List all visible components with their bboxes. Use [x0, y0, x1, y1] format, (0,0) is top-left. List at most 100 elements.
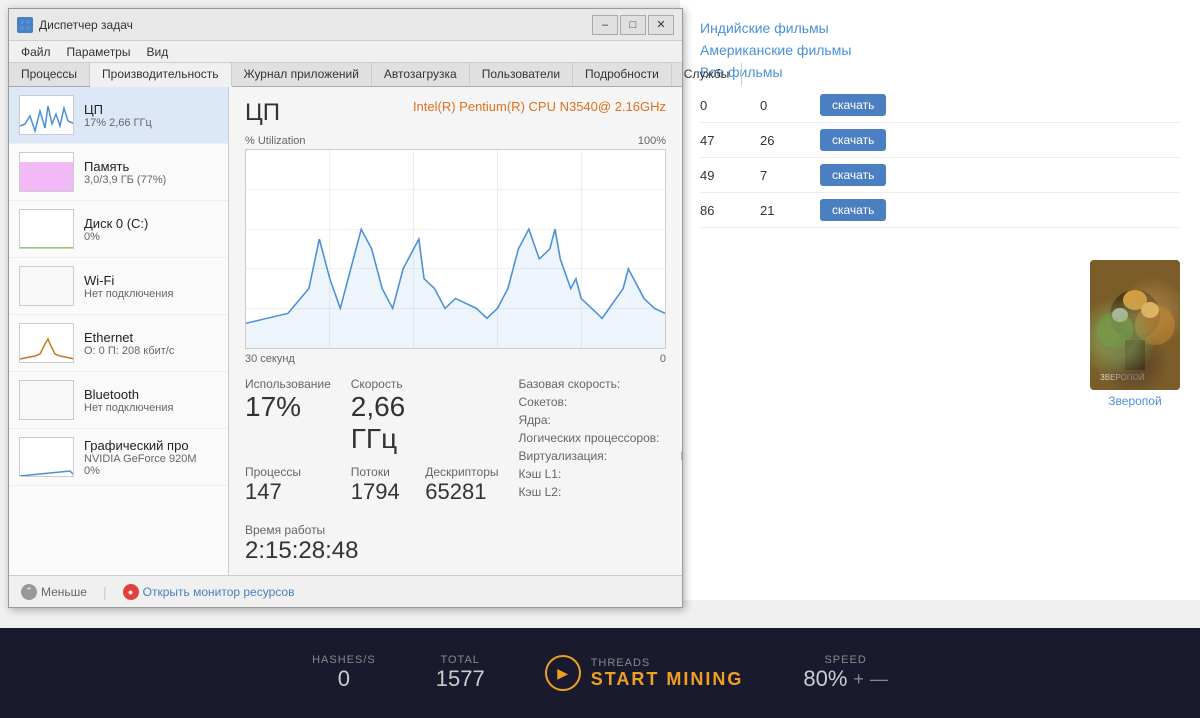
website-link-2[interactable]: Американские фильмы [700, 42, 1180, 58]
wifi-subtitle: Нет подключения [84, 288, 218, 300]
ethernet-thumbnail [19, 323, 74, 363]
maximize-button[interactable]: □ [620, 15, 646, 35]
uptime-label: Время работы [245, 523, 499, 537]
footer: ⌃ Меньше | ● Открыть монитор ресурсов [9, 575, 682, 607]
speed-value: 2,66 ГГц [351, 391, 406, 455]
menu-parameters[interactable]: Параметры [59, 41, 139, 62]
threads-stat: Потоки 1794 [351, 465, 406, 505]
gpu-info: Графический про NVIDIA GeForce 920M0% [84, 438, 218, 477]
sidebar-item-cpu[interactable]: ЦП 17% 2,66 ГГц [9, 87, 228, 144]
window-title: Диспетчер задач [39, 18, 592, 32]
movie-section: ЗВЕРОПОЙ Зверопой [1090, 260, 1180, 408]
virtualization-value: В... [681, 449, 683, 463]
ethernet-title: Ethernet [84, 330, 218, 345]
download-btn-2[interactable]: скачать [820, 129, 886, 151]
play-icon: ▶ [545, 655, 581, 691]
download-btn-4[interactable]: скачать [820, 199, 886, 221]
movie-poster: ЗВЕРОПОЙ [1090, 260, 1180, 390]
less-label: Меньше [41, 585, 87, 599]
movie-title[interactable]: Зверопой [1108, 394, 1161, 408]
close-button[interactable]: ✕ [648, 15, 674, 35]
sidebar-item-disk[interactable]: Диск 0 (C:) 0% [9, 201, 228, 258]
title-bar: Диспетчер задач – □ ✕ [9, 9, 682, 41]
memory-subtitle: 3,0/3,9 ГБ (77%) [84, 174, 218, 186]
sidebar-item-ethernet[interactable]: Ethernet О: 0 П: 208 кбит/с [9, 315, 228, 372]
download-btn-3[interactable]: скачать [820, 164, 886, 186]
window-controls: – □ ✕ [592, 15, 674, 35]
sidebar-item-gpu[interactable]: Графический про NVIDIA GeForce 920M0% [9, 429, 228, 486]
usage-label: Использование [245, 377, 331, 391]
disk-info: Диск 0 (C:) 0% [84, 216, 218, 243]
logical-label: Логических процессоров: [519, 431, 660, 445]
chart-labels: % Utilization 100% [245, 135, 666, 147]
sidebar-item-wifi[interactable]: Wi-Fi Нет подключения [9, 258, 228, 315]
tab-users[interactable]: Пользователи [470, 63, 573, 86]
tab-bar: Процессы Производительность Журнал прило… [9, 63, 682, 87]
threads-label: THREADS [591, 657, 744, 669]
gpu-title: Графический про [84, 438, 218, 453]
tab-services[interactable]: Службы [672, 63, 742, 86]
app-icon [17, 17, 33, 33]
stat-row-l1: Кэш L1: 2... [519, 467, 682, 481]
base-speed-label: Базовая скорость: [519, 377, 621, 391]
cpu-subtitle: 17% 2,66 ГГц [84, 117, 218, 129]
sidebar-item-memory[interactable]: Память 3,0/3,9 ГБ (77%) [9, 144, 228, 201]
task-manager-window: Диспетчер задач – □ ✕ Файл Параметры Вид… [8, 8, 683, 608]
gpu-thumbnail [19, 437, 74, 477]
monitor-icon: ● [123, 584, 139, 600]
stat-row-logical: Логических процессоров: 4 [519, 431, 682, 445]
ethernet-info: Ethernet О: 0 П: 208 кбит/с [84, 330, 218, 357]
speed-stat: SPEED 80% + — [803, 654, 888, 692]
detail-header: ЦП Intel(R) Pentium(R) CPU N3540@ 2.16GH… [245, 99, 666, 127]
speed-label: Скорость [351, 377, 406, 391]
menu-view[interactable]: Вид [138, 41, 176, 62]
bluetooth-info: Bluetooth Нет подключения [84, 387, 218, 414]
utilization-label: % Utilization [245, 135, 306, 147]
minimize-button[interactable]: – [592, 15, 618, 35]
tab-startup[interactable]: Автозагрузка [372, 63, 470, 86]
stats-container: Использование 17% Скорость 2,66 ГГц Проц… [245, 377, 666, 565]
less-button[interactable]: ⌃ Меньше [21, 584, 87, 600]
uptime-value: 2:15:28:48 [245, 537, 499, 565]
monitor-link[interactable]: ● Открыть монитор ресурсов [123, 584, 295, 600]
bluetooth-title: Bluetooth [84, 387, 218, 402]
speed-plus-button[interactable]: + [853, 669, 864, 690]
bluetooth-thumbnail [19, 380, 74, 420]
monitor-label: Открыть монитор ресурсов [143, 585, 295, 599]
speed-minus-button[interactable]: — [870, 669, 888, 690]
tab-details[interactable]: Подробности [573, 63, 672, 86]
detail-title: ЦП [245, 99, 280, 127]
threads-value: 1794 [351, 479, 406, 505]
start-mining-label: THREADS START MINING [591, 657, 744, 690]
gpu-subtitle: NVIDIA GeForce 920M0% [84, 453, 218, 477]
processes-value: 147 [245, 479, 331, 505]
memory-thumbnail [19, 152, 74, 192]
usage-stat: Использование 17% [245, 377, 331, 455]
wifi-info: Wi-Fi Нет подключения [84, 273, 218, 300]
website-link-3[interactable]: Все фильмы [700, 64, 1180, 80]
start-label: START MINING [591, 669, 744, 690]
l1-label: Кэш L1: [519, 467, 562, 481]
sockets-label: Сокетов: [519, 395, 568, 409]
download-btn-1[interactable]: скачать [820, 94, 886, 116]
descriptors-label: Дескрипторы [425, 465, 498, 479]
detail-panel: ЦП Intel(R) Pentium(R) CPU N3540@ 2.16GH… [229, 87, 682, 575]
website-right-panel: Индийские фильмы Американские фильмы Все… [680, 0, 1200, 600]
start-mining-button[interactable]: ▶ THREADS START MINING [545, 655, 744, 691]
website-row-3: 49 7 скачать [700, 158, 1180, 193]
speed-controls: 80% + — [803, 666, 888, 692]
tab-app-history[interactable]: Журнал приложений [232, 63, 372, 86]
usage-value: 17% [245, 391, 331, 423]
website-row-4: 86 21 скачать [700, 193, 1180, 228]
disk-title: Диск 0 (C:) [84, 216, 218, 231]
tab-processes[interactable]: Процессы [9, 63, 90, 86]
memory-title: Память [84, 159, 218, 174]
stats-right: Базовая скорость: 2... Сокетов: 1 Ядра: … [519, 377, 682, 565]
wifi-thumbnail [19, 266, 74, 306]
sidebar: ЦП 17% 2,66 ГГц Память 3,0/3,9 ГБ (77%) [9, 87, 229, 575]
tab-performance[interactable]: Производительность [90, 63, 231, 87]
menu-file[interactable]: Файл [13, 41, 59, 62]
website-link-1[interactable]: Индийские фильмы [700, 20, 1180, 36]
sidebar-item-bluetooth[interactable]: Bluetooth Нет подключения [9, 372, 228, 429]
wifi-title: Wi-Fi [84, 273, 218, 288]
